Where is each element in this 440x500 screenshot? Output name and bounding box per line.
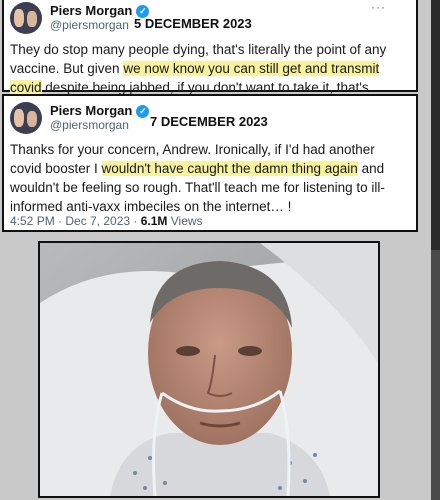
tweet-date: 5 DECEMBER 2023 [134, 16, 252, 31]
adjacent-panel-edge-lower [431, 250, 440, 500]
tweet-meta: 4:52 PM · Dec 7, 2023 · 6.1M Views [10, 214, 203, 228]
more-options-icon[interactable]: ··· [371, 0, 386, 14]
tweet-header: Piers Morgan ✓ @piersmorgan [10, 2, 150, 34]
author-name[interactable]: Piers Morgan [50, 103, 132, 118]
avatar[interactable] [10, 102, 42, 134]
tweet-text: Thanks for your concern, Andrew. Ironica… [10, 140, 408, 216]
photo-illustration [40, 243, 378, 496]
avatar[interactable] [10, 2, 42, 34]
left-eye [176, 346, 200, 356]
hospital-bed-photo [38, 241, 380, 498]
author-handle[interactable]: @piersmorgan [50, 118, 149, 132]
tweet-timestamp[interactable]: 4:52 PM · Dec 7, 2023 · [10, 214, 141, 228]
author-name[interactable]: Piers Morgan [50, 3, 132, 18]
views-label: Views [167, 214, 203, 228]
tweet-date: 7 DECEMBER 2023 [150, 114, 268, 129]
tweet-card-1[interactable]: Piers Morgan ✓ @piersmorgan 5 DECEMBER 2… [2, 0, 418, 114]
tweet-header: Piers Morgan ✓ @piersmorgan [10, 102, 150, 134]
highlighted-text: wouldn't have caught the damn thing agai… [101, 161, 358, 176]
verified-badge-icon: ✓ [136, 104, 150, 118]
author-block: Piers Morgan ✓ @piersmorgan [50, 103, 150, 132]
right-eye [238, 346, 262, 356]
view-count: 6.1M [140, 214, 168, 228]
tweet-card-2[interactable]: Piers Morgan ✓ @piersmorgan 7 DECEMBER 2… [2, 94, 418, 232]
author-name-row: Piers Morgan ✓ [50, 103, 150, 118]
